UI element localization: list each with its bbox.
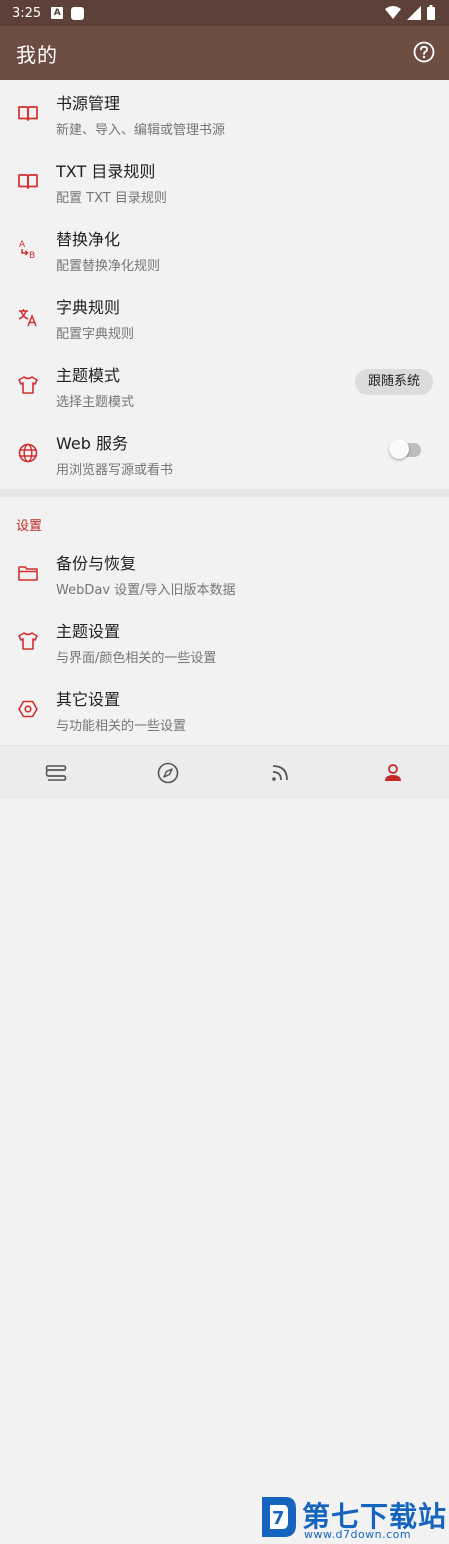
settings-item-theme[interactable]: 主题设置 与界面/颜色相关的一些设置 <box>0 608 449 676</box>
section-divider <box>0 489 449 497</box>
battery-icon <box>427 5 435 20</box>
menu-item-subtitle: 与功能相关的一些设置 <box>56 719 187 734</box>
web-service-toggle[interactable] <box>389 439 409 459</box>
settings-menu: 备份与恢复 WebDav 设置/导入旧版本数据 主题设置 与界面/颜色相关的一些… <box>0 540 449 745</box>
svg-text:B: B <box>29 251 35 260</box>
menu-item-title: 字典规则 <box>56 298 121 317</box>
menu-item-subtitle: 与界面/颜色相关的一些设置 <box>56 651 217 666</box>
menu-item-title: 备份与恢复 <box>56 554 137 573</box>
watermark: 7 第七下载站 www.d7down.com <box>254 1491 449 1544</box>
bookshelf-icon[interactable] <box>44 761 68 785</box>
menu-item-subtitle: WebDav 设置/导入旧版本数据 <box>56 583 236 598</box>
svg-text:7: 7 <box>272 1508 285 1529</box>
menu-item-replace-rule[interactable]: A B 替换净化 配置替换净化规则 <box>0 216 449 284</box>
rss-icon[interactable] <box>268 761 292 785</box>
main-menu: 书源管理 新建、导入、编辑或管理书源 TXT 目录规则 配置 TXT 目录规则 … <box>0 80 449 489</box>
menu-item-title: TXT 目录规则 <box>56 162 156 181</box>
menu-item-subtitle: 新建、导入、编辑或管理书源 <box>56 123 226 138</box>
menu-item-title: 其它设置 <box>56 690 121 709</box>
menu-item-subtitle: 配置字典规则 <box>56 327 135 342</box>
tshirt-icon <box>18 376 38 394</box>
book-open-icon <box>18 174 38 189</box>
menu-item-dict-rule[interactable]: 字典规则 配置字典规则 <box>0 284 449 352</box>
tshirt-icon <box>18 632 38 650</box>
app-bar: 我的 <box>0 26 449 80</box>
page-title: 我的 <box>16 43 58 67</box>
signal-icon <box>407 5 421 20</box>
settings-item-backup[interactable]: 备份与恢复 WebDav 设置/导入旧版本数据 <box>0 540 449 608</box>
help-circle-icon[interactable] <box>413 41 435 63</box>
status-indicators <box>385 5 435 20</box>
notification-a-icon: A <box>51 7 64 19</box>
folder-icon <box>18 566 38 581</box>
menu-item-web-service[interactable]: Web 服务 用浏览器写源或看书 <box>0 420 449 488</box>
theme-mode-select[interactable]: 跟随系统 <box>354 369 433 395</box>
menu-item-subtitle: 用浏览器写源或看书 <box>56 463 174 478</box>
menu-item-book-source[interactable]: 书源管理 新建、导入、编辑或管理书源 <box>0 80 449 148</box>
compass-icon[interactable] <box>156 761 180 785</box>
notification-square-icon <box>71 6 85 20</box>
menu-item-title: 主题模式 <box>56 366 121 385</box>
settings-item-other[interactable]: 其它设置 与功能相关的一些设置 <box>0 676 449 744</box>
status-bar: 3:25 A <box>0 0 449 26</box>
menu-item-txt-toc-rule[interactable]: TXT 目录规则 配置 TXT 目录规则 <box>0 148 449 216</box>
watermark-url: www.d7down.com <box>304 1528 412 1541</box>
wifi-icon <box>385 5 401 19</box>
menu-item-title: Web 服务 <box>56 434 128 453</box>
settings-section-header: 设置 <box>16 519 43 534</box>
settings-hexagon-icon <box>18 700 38 718</box>
menu-item-title: 书源管理 <box>56 94 121 113</box>
replace-ab-icon: A B <box>19 240 35 260</box>
menu-item-title: 主题设置 <box>56 622 121 641</box>
menu-item-title: 替换净化 <box>56 230 121 249</box>
svg-text:A: A <box>19 240 26 250</box>
menu-item-subtitle: 配置替换净化规则 <box>56 259 161 274</box>
book-open-icon <box>18 106 38 121</box>
watermark-logo-icon: 7 <box>262 1497 296 1537</box>
globe-icon <box>18 443 38 463</box>
person-icon[interactable] <box>381 761 405 785</box>
menu-item-subtitle: 配置 TXT 目录规则 <box>56 191 167 206</box>
menu-item-theme-mode[interactable]: 主题模式 选择主题模式 跟随系统 <box>0 352 449 420</box>
status-time: 3:25 <box>12 5 42 21</box>
bottom-navigation: 7 第七下载站 www.d7down.com <box>0 745 449 1541</box>
translate-icon <box>18 309 37 327</box>
menu-item-subtitle: 选择主题模式 <box>56 395 135 410</box>
